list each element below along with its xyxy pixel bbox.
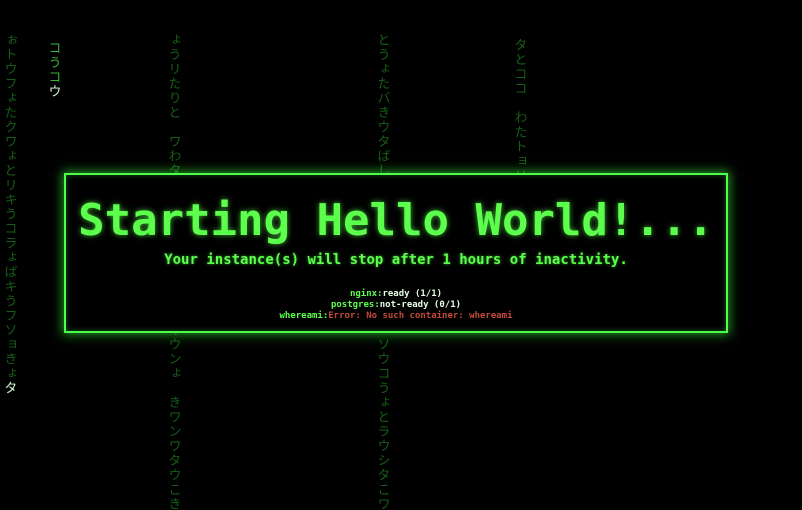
service-name: postgres (330, 300, 375, 310)
startup-status-panel: Starting Hello World!... Your instance(s… (64, 173, 728, 333)
matrix-rain-column: コうコウ (45, 41, 61, 99)
service-name: whereami (279, 311, 323, 321)
service-status-list: nginx:ready (1/1) postgres:not-ready (0/… (66, 289, 726, 322)
service-status: not-ready (0/1) (379, 300, 462, 310)
service-status-row-postgres: postgres:not-ready (0/1) (330, 300, 462, 310)
service-status-row-nginx: nginx:ready (1/1) (349, 289, 443, 299)
page-title: Starting Hello World!... (78, 195, 714, 246)
service-status: ready (1/1) (382, 289, 443, 299)
service-name: nginx (349, 289, 378, 299)
inactivity-notice: Your instance(s) will stop after 1 hours… (164, 252, 628, 268)
matrix-rain-column: ぉトウフょたクワょとリキうコラょばキうフソョきょタ (1, 33, 17, 396)
service-status-row-whereami: whereami:Error: No such container: where… (279, 311, 513, 321)
service-error-status: Error: No such container: whereami (328, 311, 513, 321)
